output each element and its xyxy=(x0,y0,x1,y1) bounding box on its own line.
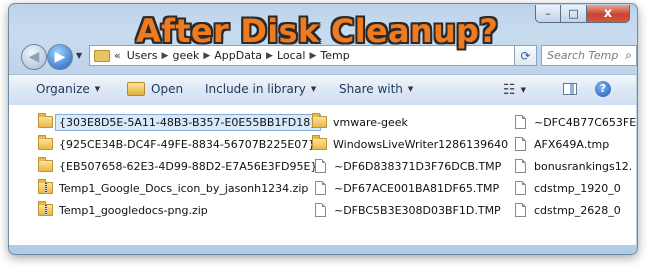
help-button[interactable]: ? xyxy=(595,81,611,97)
close-button[interactable]: x xyxy=(587,5,630,23)
breadcrumb-geek[interactable]: geek xyxy=(172,49,199,62)
folder-icon xyxy=(38,113,53,128)
chevron-down-icon: ▼ xyxy=(94,85,101,93)
command-bar: Organize ▼ Open Include in library ▼ Sha… xyxy=(9,74,636,106)
organize-button[interactable]: Organize ▼ xyxy=(36,82,100,96)
breadcrumb-local[interactable]: Local xyxy=(277,49,306,62)
file-name: Temp1_googledocs-png.zip xyxy=(59,203,208,217)
refresh-button[interactable]: ⟳ xyxy=(515,45,537,66)
file-icon xyxy=(515,181,526,195)
open-button[interactable]: Open xyxy=(127,82,183,96)
breadcrumb-users[interactable]: Users xyxy=(127,49,158,62)
list-item[interactable]: WindowsLiveWriter1286139640 xyxy=(312,135,508,153)
file-list: {303E8D5E-5A11-48B3-B357-E0E55BB1FD18} {… xyxy=(9,105,636,245)
list-item[interactable]: ~DFBC5B3E308D03BF1D.TMP xyxy=(315,201,501,219)
file-name: vmware-geek xyxy=(333,115,408,129)
file-name: {303E8D5E-5A11-48B3-B357-E0E55BB1FD18} xyxy=(55,113,322,131)
list-item[interactable]: ~DF6D838371D3F76DCB.TMP xyxy=(315,157,501,175)
file-name: ~DFC4B77C653FE xyxy=(534,115,636,129)
file-icon xyxy=(315,159,326,173)
file-name: ~DF6D838371D3F76DCB.TMP xyxy=(334,159,502,173)
search-input[interactable]: Search Temp ⌕ xyxy=(541,45,637,66)
folder-icon xyxy=(312,113,327,128)
list-item[interactable]: cdstmp_1920_0 xyxy=(515,179,621,197)
open-folder-icon xyxy=(127,82,145,96)
list-item[interactable]: Temp1_googledocs-png.zip xyxy=(38,201,208,219)
list-item[interactable]: vmware-geek xyxy=(312,113,408,131)
forward-arrow-icon: ▶ xyxy=(54,49,66,65)
chevron-down-icon: ▼ xyxy=(407,85,414,93)
search-placeholder: Search Temp xyxy=(547,49,619,62)
window-controls: – □ x xyxy=(535,5,630,23)
list-item[interactable]: {303E8D5E-5A11-48B3-B357-E0E55BB1FD18} xyxy=(38,113,322,131)
folder-icon xyxy=(38,135,53,150)
list-item[interactable]: bonusrankings12. xyxy=(515,157,632,175)
breadcrumb-appdata[interactable]: AppData xyxy=(214,49,262,62)
folder-icon xyxy=(38,157,53,172)
file-name: {EB507658-62E3-4D99-88D2-E7A56E3FD95E} xyxy=(59,159,318,173)
search-icon: ⌕ xyxy=(625,48,632,62)
include-in-library-button[interactable]: Include in library ▼ xyxy=(205,82,316,96)
file-name: cdstmp_1920_0 xyxy=(534,181,621,195)
breadcrumb-separator-icon[interactable]: ▶ xyxy=(203,51,210,61)
open-label: Open xyxy=(151,82,184,96)
folder-icon xyxy=(94,49,110,62)
share-with-label: Share with xyxy=(339,82,403,96)
file-icon xyxy=(515,159,526,173)
file-name: ~DF67ACE001BA81DF65.TMP xyxy=(334,181,500,195)
refresh-icon: ⟳ xyxy=(520,48,531,63)
file-icon xyxy=(315,203,326,217)
maximize-button[interactable]: □ xyxy=(561,5,587,23)
file-name: WindowsLiveWriter1286139640 xyxy=(333,137,509,151)
include-in-library-label: Include in library xyxy=(205,82,306,96)
list-item[interactable]: Temp1_Google_Docs_icon_by_jasonh1234.zip xyxy=(38,179,308,197)
recent-pages-dropdown[interactable]: ▼ xyxy=(76,51,82,60)
overlay-caption: After Disk Cleanup? xyxy=(136,12,499,50)
share-with-button[interactable]: Share with ▼ xyxy=(339,82,413,96)
breadcrumb-separator-icon[interactable]: ▶ xyxy=(309,51,316,61)
back-arrow-icon: ◀ xyxy=(28,49,40,65)
list-item[interactable]: cdstmp_2628_0 xyxy=(515,201,621,219)
file-name: Temp1_Google_Docs_icon_by_jasonh1234.zip xyxy=(59,181,309,195)
file-name: AFX649A.tmp xyxy=(534,137,610,151)
breadcrumb-separator-icon[interactable]: ▶ xyxy=(162,51,169,61)
file-icon xyxy=(315,181,326,195)
minimize-button[interactable]: – xyxy=(535,5,561,23)
file-name: cdstmp_2628_0 xyxy=(534,203,621,217)
organize-label: Organize xyxy=(36,82,90,96)
file-icon xyxy=(515,115,526,129)
change-view-button[interactable]: ☷ ▼ xyxy=(503,82,526,98)
list-item[interactable]: {EB507658-62E3-4D99-88D2-E7A56E3FD95E} xyxy=(38,157,317,175)
breadcrumb-temp[interactable]: Temp xyxy=(320,49,349,62)
address-overflow-icon[interactable]: « xyxy=(114,49,121,62)
file-icon xyxy=(515,203,526,217)
view-grid-icon: ☷ xyxy=(503,82,516,98)
list-item[interactable]: ~DFC4B77C653FE xyxy=(515,113,636,131)
chevron-down-icon: ▼ xyxy=(520,86,526,94)
zip-folder-icon xyxy=(38,201,53,216)
chevron-down-icon: ▼ xyxy=(310,85,317,93)
list-item[interactable]: AFX649A.tmp xyxy=(515,135,609,153)
folder-icon xyxy=(312,135,327,150)
forward-button[interactable]: ▶ xyxy=(47,44,73,70)
zip-folder-icon xyxy=(38,179,53,194)
breadcrumb-separator-icon[interactable]: ▶ xyxy=(266,51,273,61)
list-item[interactable]: ~DF67ACE001BA81DF65.TMP xyxy=(315,179,499,197)
help-icon: ? xyxy=(595,81,611,97)
file-name: ~DFBC5B3E308D03BF1D.TMP xyxy=(334,203,501,217)
file-name: {925CE34B-DC4F-49FE-8834-56707B225E07} xyxy=(59,137,316,151)
list-item[interactable]: {925CE34B-DC4F-49FE-8834-56707B225E07} xyxy=(38,135,315,153)
preview-pane-icon xyxy=(563,83,577,95)
preview-pane-button[interactable] xyxy=(563,83,577,95)
file-icon xyxy=(515,137,526,151)
back-button[interactable]: ◀ xyxy=(21,44,47,70)
file-name: bonusrankings12. xyxy=(534,159,633,173)
